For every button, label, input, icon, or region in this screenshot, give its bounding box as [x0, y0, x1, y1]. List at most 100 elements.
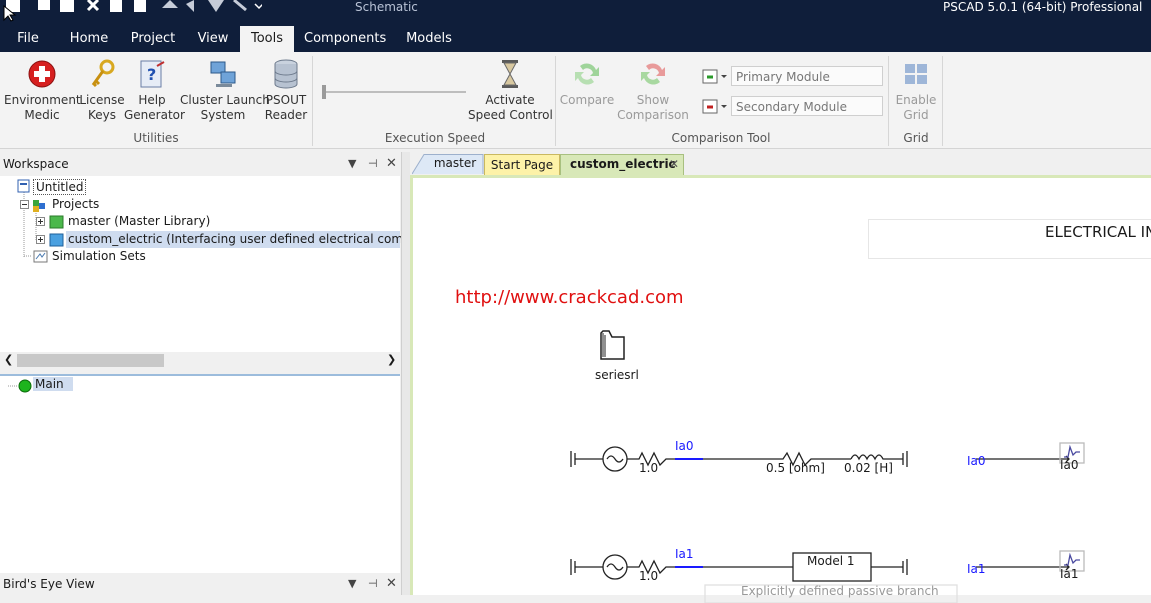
tab-start-page[interactable]: Start Page: [484, 154, 560, 175]
resistor-label-r2: 0.5 [ohm]: [766, 461, 825, 475]
activate-speed-label: Activate Speed Control: [468, 93, 553, 122]
tree-item-master[interactable]: master (Master Library): [68, 214, 210, 228]
tab-home[interactable]: Home: [64, 26, 114, 52]
group-grid-label: Grid: [903, 131, 929, 145]
tab-file[interactable]: File: [10, 26, 46, 52]
tree-item-untitled[interactable]: Untitled: [33, 179, 87, 195]
tab-custom-electric[interactable]: custom_electric ✕: [560, 154, 684, 175]
tree-item-custom-electric[interactable]: custom_electric (Interfacing user define…: [68, 232, 433, 246]
ribbon-separator: [888, 56, 889, 146]
meter-output-ia1: Ia1: [1060, 567, 1079, 581]
tab-tools[interactable]: Tools: [240, 26, 294, 52]
module-folder-icon[interactable]: [598, 327, 628, 363]
compare-button[interactable]: Compare: [558, 58, 616, 108]
compare-icon: [575, 63, 599, 85]
tab-view[interactable]: View: [192, 26, 234, 52]
tab-project[interactable]: Project: [128, 26, 178, 52]
workspace-tree: Untitled Projects master (Master Library…: [0, 176, 433, 352]
group-comparison-tool-label: Comparison Tool: [671, 131, 771, 145]
workspace-title: Workspace: [3, 157, 69, 171]
custom-project-icon[interactable]: [36, 233, 66, 247]
key-icon: [91, 59, 115, 88]
show-comparison-label: Show Comparison: [617, 93, 689, 122]
signal-label-ia0: Ia0: [675, 439, 694, 453]
grid-icon: [905, 64, 927, 84]
ribbon-separator: [312, 56, 313, 146]
tab-custom-electric-label: custom_electric: [570, 157, 676, 171]
master-library-icon[interactable]: [36, 215, 66, 229]
meter-output-ia0: Ia0: [1060, 458, 1079, 472]
tab-models[interactable]: Models: [402, 26, 456, 52]
schematic-title: ELECTRICAL IN: [1045, 223, 1151, 241]
svg-text:?: ?: [147, 65, 156, 84]
hourglass-icon: [502, 60, 518, 88]
project-file-icon: [17, 179, 30, 193]
tab-master-label[interactable]: master: [430, 156, 480, 170]
primary-module-icon[interactable]: [702, 68, 728, 86]
resistor-label-r1-row2: 1.0: [639, 569, 659, 583]
environment-medic-label: Environment Medic: [4, 93, 81, 122]
ribbon-separator: [555, 56, 556, 146]
meter-input-ia0: Ia0: [967, 454, 986, 468]
signal-label-ia1: Ia1: [675, 547, 694, 561]
simulation-sets-icon: [33, 250, 48, 263]
help-generator-label: Help Generator: [124, 93, 185, 122]
compare-label: Compare: [559, 93, 615, 107]
tree-item-main[interactable]: Main: [33, 377, 73, 391]
activate-speed-control-button[interactable]: Activate Speed Control: [468, 58, 553, 123]
psout-reader-button[interactable]: PSOUT Reader: [264, 58, 308, 123]
app-title: PSCAD 5.0.1 (64-bit) Professional: [943, 0, 1143, 14]
schematic-canvas[interactable]: ELECTRICAL IN http://www.crackcad.com se…: [410, 175, 1151, 603]
dropdown-icon[interactable]: ▼: [348, 153, 356, 175]
cursor-icon: [3, 4, 17, 22]
show-comparison-button[interactable]: Show Comparison: [616, 58, 690, 123]
enable-grid-label: Enable Grid: [895, 93, 937, 122]
cluster-launch-button[interactable]: Cluster Launch System: [180, 58, 270, 123]
ribbon-separator: [942, 56, 943, 146]
group-execution-speed-label: Execution Speed: [384, 131, 486, 145]
document-title: Schematic: [355, 0, 418, 14]
license-keys-button[interactable]: License Keys: [78, 58, 126, 123]
database-icon: [274, 59, 298, 89]
speed-slider[interactable]: [320, 84, 470, 100]
horizontal-scrollbar[interactable]: ❮ ❯: [0, 352, 400, 369]
scroll-right-icon[interactable]: ❯: [387, 353, 396, 366]
cluster-icon: [210, 61, 236, 87]
model-1-block[interactable]: Model 1: [807, 554, 854, 568]
module-label: seriesrl: [595, 368, 639, 382]
primary-module-select[interactable]: Primary Module: [731, 66, 883, 86]
birds-eye-header: Bird's Eye View ▼ ⊣ ✕: [0, 573, 400, 595]
secondary-module-select[interactable]: Secondary Module: [731, 96, 883, 116]
help-doc-icon: ?: [140, 60, 165, 88]
workspace-header: Workspace ▼ ⊣ ✕: [0, 153, 400, 175]
close-icon[interactable]: ✕: [386, 573, 397, 595]
watermark-text: http://www.crackcad.com: [455, 287, 684, 308]
pin-icon[interactable]: ⊣: [368, 153, 378, 175]
cluster-launch-label: Cluster Launch System: [180, 93, 270, 122]
scrollbar-thumb[interactable]: [17, 354, 164, 367]
tab-components[interactable]: Components: [304, 26, 386, 52]
resistor-label-r1: 1.0: [639, 461, 659, 475]
quick-access-toolbar[interactable]: [2, 0, 262, 16]
tree-item-projects[interactable]: Projects: [52, 197, 99, 211]
tree-item-simulation-sets[interactable]: Simulation Sets: [52, 249, 146, 263]
tree-lines: [8, 379, 32, 393]
expand-icon[interactable]: [20, 200, 50, 212]
dropdown-icon[interactable]: ▼: [348, 573, 356, 595]
meter-input-ia1: Ia1: [967, 562, 986, 576]
psout-reader-label: PSOUT Reader: [264, 93, 308, 122]
enable-grid-button[interactable]: Enable Grid: [892, 58, 940, 123]
hierarchy-pane: Main: [0, 374, 400, 574]
close-tab-icon[interactable]: ✕: [669, 157, 679, 171]
license-keys-label: License Keys: [79, 93, 125, 122]
close-icon[interactable]: ✕: [386, 153, 397, 175]
medic-icon: [28, 60, 56, 88]
pin-icon[interactable]: ⊣: [368, 573, 378, 595]
scroll-left-icon[interactable]: ❮: [4, 353, 13, 366]
environment-medic-button[interactable]: Environment Medic: [4, 58, 81, 123]
help-generator-button[interactable]: ? Help Generator: [124, 58, 185, 123]
branch-caption: Explicitly defined passive branch: [741, 584, 939, 598]
secondary-module-icon[interactable]: [702, 98, 728, 116]
inductor-label: 0.02 [H]: [844, 461, 893, 475]
show-comparison-icon: [641, 63, 665, 85]
